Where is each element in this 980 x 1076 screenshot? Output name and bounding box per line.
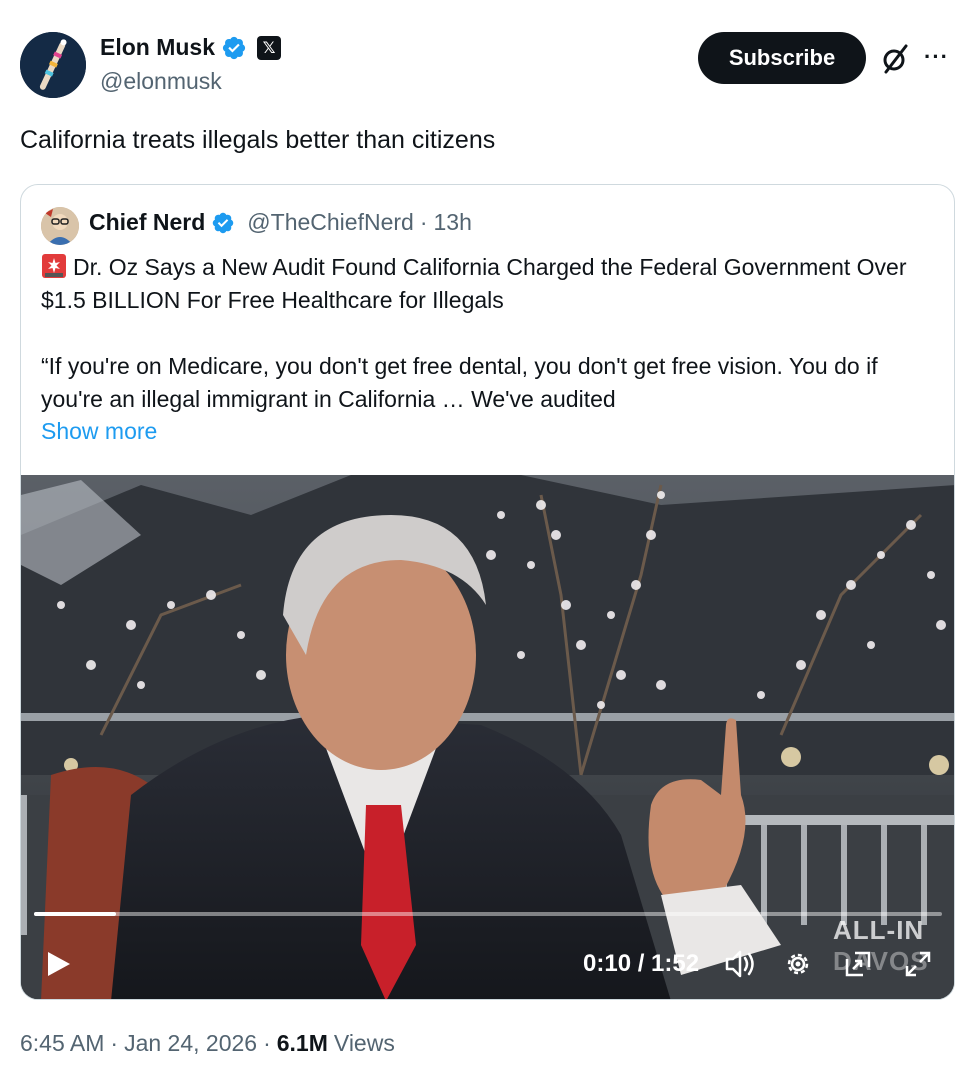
quoted-quote-text: “If you're on Medicare, you don't get fr… bbox=[41, 353, 878, 412]
show-more-link[interactable]: Show more bbox=[41, 418, 157, 445]
author-avatar[interactable] bbox=[20, 32, 86, 98]
settings-gear-icon[interactable] bbox=[783, 949, 813, 979]
separator-dot: · bbox=[263, 1030, 271, 1056]
author-name-row: Elon Musk 𝕏 bbox=[100, 34, 282, 61]
separator-dot: · bbox=[419, 209, 428, 235]
more-options-icon[interactable]: ··· bbox=[924, 44, 954, 74]
author-name[interactable]: Elon Musk bbox=[100, 34, 215, 61]
video-time-display: 0:10 / 1:52 bbox=[583, 950, 700, 977]
tweet-text: California treats illegals better than c… bbox=[20, 126, 496, 154]
views-count: 6.1M bbox=[276, 1030, 328, 1056]
watermark-text: ALL-IN bbox=[833, 915, 925, 945]
quoted-headline: Dr. Oz Says a New Audit Found California… bbox=[41, 251, 941, 317]
views-label: Views bbox=[333, 1030, 395, 1056]
tweet-date[interactable]: Jan 24, 2026 bbox=[124, 1030, 257, 1057]
quoted-timestamp[interactable]: 13h bbox=[434, 209, 472, 236]
quoted-header: Chief Nerd @TheChiefNerd · 13h bbox=[89, 209, 472, 236]
video-progress-fill bbox=[34, 912, 116, 916]
quoted-author-name[interactable]: Chief Nerd bbox=[89, 209, 205, 236]
video-progress-bar[interactable] bbox=[34, 912, 942, 916]
video-player[interactable]: ALL-IN DAVOS 0:10 / 1:52 bbox=[21, 475, 954, 999]
picture-in-picture-icon[interactable] bbox=[843, 949, 873, 979]
x-affiliation-icon: 𝕏 bbox=[257, 35, 282, 60]
subscribe-button[interactable]: Subscribe bbox=[698, 32, 866, 84]
play-icon[interactable] bbox=[43, 949, 73, 979]
quoted-tweet-card[interactable]: Chief Nerd @TheChiefNerd · 13h Dr. Oz Sa… bbox=[20, 184, 955, 1000]
author-handle[interactable]: @elonmusk bbox=[100, 68, 222, 95]
siren-emoji-icon bbox=[42, 254, 66, 278]
tweet-metadata: 6:45 AM · Jan 24, 2026 · 6.1M Views bbox=[20, 1030, 395, 1057]
verified-badge-icon bbox=[222, 36, 246, 59]
volume-icon[interactable] bbox=[724, 948, 758, 980]
video-frame bbox=[21, 475, 954, 999]
quoted-headline-text: Dr. Oz Says a New Audit Found California… bbox=[41, 254, 907, 313]
quoted-author-handle[interactable]: @TheChiefNerd bbox=[247, 209, 414, 236]
tweet-time[interactable]: 6:45 AM bbox=[20, 1030, 104, 1057]
quoted-body: Dr. Oz Says a New Audit Found California… bbox=[41, 251, 941, 416]
verified-badge-icon bbox=[213, 212, 234, 233]
fullscreen-icon[interactable] bbox=[903, 949, 933, 979]
separator-dot: · bbox=[110, 1030, 119, 1056]
quoted-author-avatar[interactable] bbox=[41, 207, 79, 245]
grok-icon[interactable] bbox=[878, 42, 912, 76]
